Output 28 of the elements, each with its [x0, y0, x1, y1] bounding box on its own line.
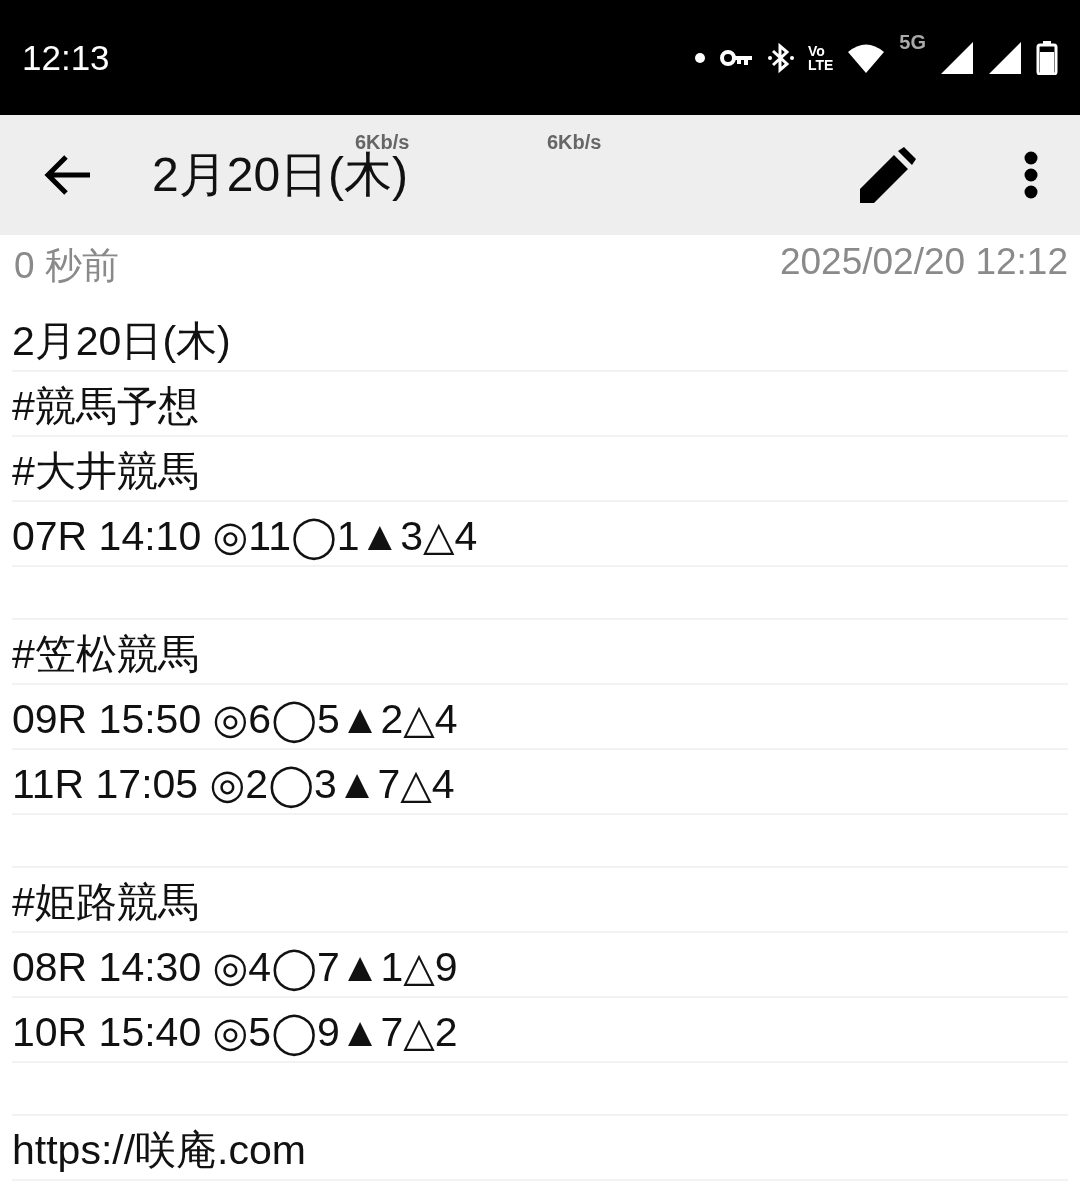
more-vertical-icon	[1024, 151, 1038, 199]
signal-icon	[988, 40, 1022, 75]
wifi-icon	[847, 42, 886, 73]
note-line: #笠松競馬	[12, 630, 199, 679]
dot-icon	[693, 51, 706, 64]
note-line: 2月20日(木)	[12, 317, 231, 366]
note-line: 07R 14:10 ◎11◯1▲3△4	[12, 512, 478, 563]
note-line: 10R 15:40 ◎5◯9▲7△2	[12, 1008, 458, 1059]
battery-icon	[1036, 40, 1058, 75]
signal-icon	[940, 40, 974, 75]
note-line: https://咲庵.com	[12, 1126, 306, 1175]
volte-indicator: Vo LTE	[807, 43, 834, 72]
note-line: #競馬予想	[12, 382, 199, 431]
back-arrow-icon	[42, 153, 92, 197]
note-line: 08R 14:30 ◎4◯7▲1△9	[12, 943, 458, 994]
timestamp: 2025/02/20 12:12	[779, 241, 1068, 284]
clock: 12:13	[22, 37, 110, 78]
key-icon	[719, 47, 754, 68]
network-type: 5G	[899, 30, 926, 54]
speed-label: 6Kb/s	[547, 131, 602, 154]
note-line: #姫路競馬	[12, 878, 199, 927]
pencil-icon	[858, 147, 916, 203]
note-line: #大井競馬	[12, 447, 199, 496]
bluetooth-icon	[767, 41, 794, 74]
toolbar-title: 2月20日(木)	[152, 148, 409, 203]
relative-time: 0 秒前	[14, 244, 119, 288]
note-line: 09R 15:50 ◎6◯5▲2△4	[12, 695, 458, 746]
note-line: 11R 17:05 ◎2◯3▲7△4	[12, 760, 455, 811]
